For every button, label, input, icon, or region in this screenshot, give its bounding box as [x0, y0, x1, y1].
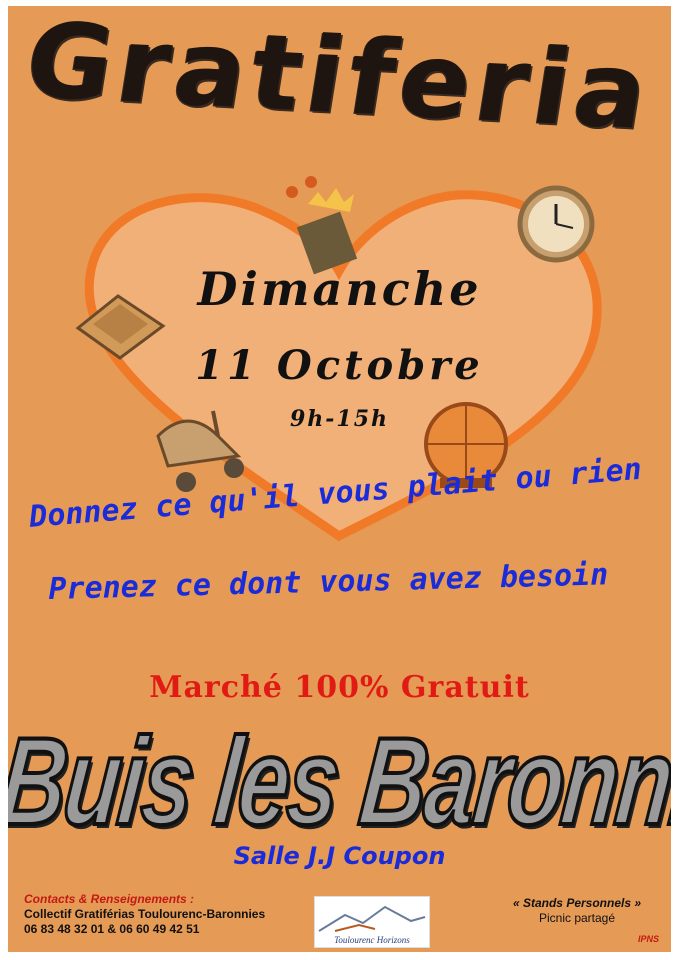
- stands-block: « Stands Personnels » Picnic partagé: [492, 896, 662, 926]
- stands-subtitle: Picnic partagé: [538, 911, 616, 925]
- contacts-organizer: Collectif Gratiférias Toulourenc-Baronni…: [24, 907, 266, 921]
- organizer-logo: Toulourenc Horizons: [314, 896, 430, 948]
- logo-text: Toulourenc Horizons: [334, 935, 410, 945]
- contacts-phones: 06 83 48 32 01 & 06 60 49 42 51: [24, 922, 200, 936]
- poster-title: Gratiferia: [17, 6, 662, 153]
- town-name: Buis les Baronnies: [8, 712, 671, 853]
- contacts-heading: Contacts & Renseignements :: [24, 892, 195, 906]
- venue-name: Salle J.J Coupon: [233, 842, 446, 870]
- event-hours: 9h-15h: [289, 406, 390, 432]
- event-day: Dimanche: [197, 262, 482, 316]
- ipns-label: IPNS: [637, 934, 659, 944]
- contacts-block: Contacts & Renseignements : Collectif Gr…: [24, 892, 265, 937]
- clock-icon: [517, 185, 595, 263]
- event-date: 11 Octobre: [195, 342, 484, 389]
- poster: Gratiferia Dimanche 11 Octobre 9h-15h Do…: [8, 6, 671, 952]
- market-label: Marché 100% Gratuit: [149, 670, 530, 705]
- stands-title: « Stands Personnels »: [512, 896, 642, 910]
- mountain-icon: [318, 905, 426, 932]
